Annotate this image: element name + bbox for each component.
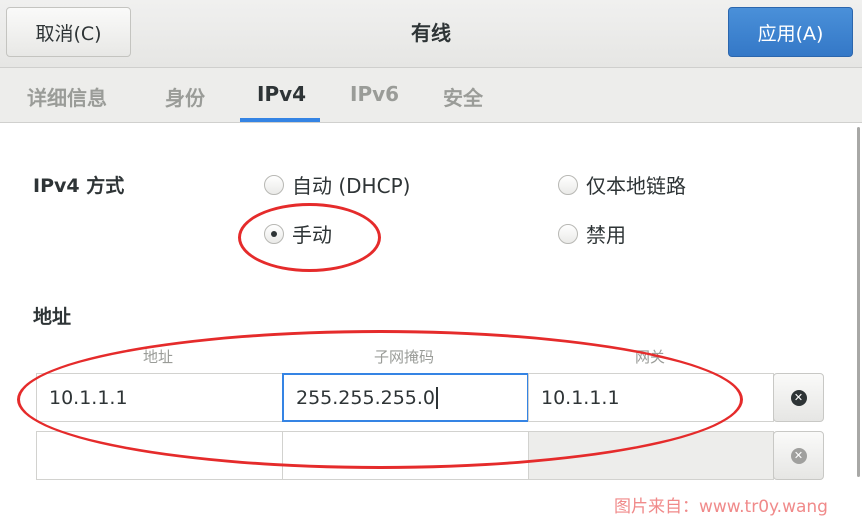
tab-identity[interactable]: 身份 — [165, 82, 205, 111]
radio-icon — [264, 174, 284, 195]
delete-circle-icon: ✕ — [790, 389, 807, 406]
tab-ipv4[interactable]: IPv4 — [257, 82, 306, 106]
tab-bar: 详细信息 身份 IPv4 IPv6 安全 — [0, 68, 862, 123]
annotation-ellipse-addresses — [17, 330, 743, 469]
radio-icon — [558, 223, 578, 244]
header-bar: 取消(C) 有线 应用(A) — [0, 0, 862, 68]
window-title: 有线 — [411, 21, 451, 45]
scrollbar[interactable] — [857, 127, 860, 477]
delete-circle-icon: ✕ — [790, 447, 807, 464]
tab-security[interactable]: 安全 — [443, 82, 483, 111]
radio-auto-dhcp-label: 自动 (DHCP) — [292, 174, 411, 198]
delete-row-button-disabled: ✕ — [773, 431, 824, 480]
watermark: 图片来自：www.tr0y.wang — [614, 497, 828, 517]
radio-link-local[interactable]: 仅本地链路 — [558, 170, 686, 199]
radio-icon — [558, 174, 578, 195]
radio-disabled-label: 禁用 — [586, 223, 626, 247]
ipv4-method-label: IPv4 方式 — [33, 175, 125, 197]
apply-button[interactable]: 应用(A) — [728, 7, 853, 57]
radio-link-local-label: 仅本地链路 — [586, 174, 686, 198]
active-tab-indicator — [240, 118, 320, 122]
cancel-button[interactable]: 取消(C) — [6, 7, 131, 57]
radio-disabled[interactable]: 禁用 — [558, 219, 626, 248]
annotation-ellipse-manual — [238, 203, 381, 272]
tab-ipv6[interactable]: IPv6 — [350, 82, 399, 106]
addresses-section-label: 地址 — [33, 306, 72, 328]
tab-details[interactable]: 详细信息 — [27, 82, 107, 111]
delete-row-button[interactable]: ✕ — [773, 373, 824, 422]
radio-auto-dhcp[interactable]: 自动 (DHCP) — [264, 170, 410, 199]
